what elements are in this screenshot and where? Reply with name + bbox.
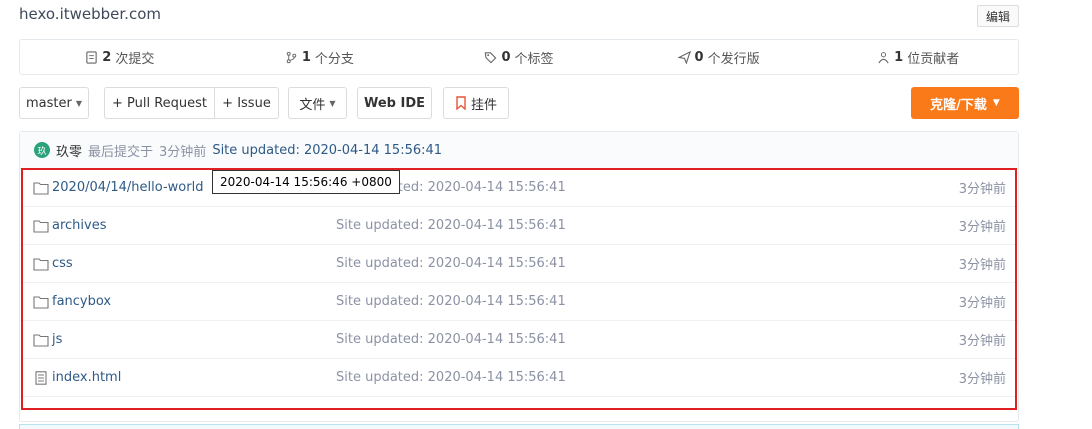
file-commit-time: 3分钟前 <box>958 258 1006 273</box>
file-name-link[interactable]: js <box>52 332 62 347</box>
table-row: index.html Site updated: 2020-04-14 15:5… <box>20 359 1018 397</box>
stat-count: 0 <box>501 49 511 65</box>
stat-count: 0 <box>694 49 704 65</box>
commit-message[interactable]: Site updated: 2020-04-14 15:56:41 <box>212 143 442 158</box>
pin-label: 挂件 <box>470 97 497 113</box>
timestamp-tooltip: 2020-04-14 15:56:46 +0800 <box>212 170 400 194</box>
stat-branches[interactable]: 1 个分支 <box>220 40 420 74</box>
file-menu-label: 文件 <box>299 97 326 113</box>
file-menu-button[interactable]: 文件 ▼ <box>288 87 347 119</box>
table-row: js Site updated: 2020-04-14 15:56:41 3分钟… <box>20 321 1018 359</box>
edit-button[interactable]: 编辑 <box>977 5 1019 27</box>
stat-label: 次提交 <box>115 51 155 67</box>
stat-count: 1 <box>301 49 311 65</box>
repo-description: hexo.itwebber.com <box>19 5 161 23</box>
file-commit-message[interactable]: Site updated: 2020-04-14 15:56:41 <box>336 370 566 385</box>
branch-name: master <box>26 95 72 111</box>
new-issue-button[interactable]: + Issue <box>214 88 278 118</box>
bookmark-icon <box>456 96 466 110</box>
file-name-link[interactable]: 2020/04/14/hello-world <box>52 180 203 195</box>
caret-down-icon: ▼ <box>75 98 82 108</box>
table-row: archives Site updated: 2020-04-14 15:56:… <box>20 207 1018 245</box>
file-commit-message[interactable]: Site updated: 2020-04-14 15:56:41 <box>336 294 566 309</box>
contributor-icon <box>878 51 889 63</box>
stat-label: 个分支 <box>314 51 354 67</box>
clone-download-button[interactable]: 克隆/下载 ▼ <box>911 87 1019 119</box>
repo-stats-bar: 2 次提交 1 个分支 0 个标签 0 个发行版 1 位贡献者 <box>19 39 1019 75</box>
web-ide-button[interactable]: Web IDE <box>357 87 432 119</box>
stat-contributors[interactable]: 1 位贡献者 <box>818 40 1018 74</box>
caret-down-icon: ▼ <box>329 98 336 108</box>
commit-author[interactable]: 玖零 <box>56 141 82 160</box>
clone-label: 克隆/下载 <box>930 97 987 113</box>
file-commit-message[interactable]: Site updated: 2020-04-14 15:56:41 <box>336 218 566 233</box>
branch-icon <box>286 51 297 63</box>
file-list: 2020/04/14/hello-world Site updated: 202… <box>20 169 1018 397</box>
stat-label: 位贡献者 <box>907 51 960 67</box>
folder-icon <box>33 220 49 233</box>
stat-tags[interactable]: 0 个标签 <box>419 40 619 74</box>
commit-icon <box>86 50 97 64</box>
file-commit-time: 3分钟前 <box>958 372 1006 387</box>
new-pull-request-button[interactable]: + Pull Request <box>105 88 214 118</box>
stat-count: 2 <box>102 49 112 65</box>
commit-prefix: 最后提交于 <box>88 144 154 160</box>
branch-select[interactable]: master ▼ <box>19 87 89 119</box>
caret-down-icon: ▼ <box>992 98 1000 108</box>
folder-icon <box>33 334 49 347</box>
table-row: 2020/04/14/hello-world Site updated: 202… <box>20 169 1018 207</box>
avatar[interactable]: 玖 <box>34 142 50 158</box>
file-commit-message[interactable]: Site updated: 2020-04-14 15:56:41 <box>336 332 566 347</box>
file-name-link[interactable]: index.html <box>52 370 121 385</box>
file-commit-time: 3分钟前 <box>958 334 1006 349</box>
tag-icon <box>485 51 497 63</box>
file-commit-time: 3分钟前 <box>958 220 1006 235</box>
last-commit-bar: 玖 玖零 最后提交于 3分钟前 Site updated: 2020-04-14… <box>20 132 1018 169</box>
repo-toolbar: master ▼ + Pull Request + Issue 文件 ▼ Web… <box>19 87 1019 119</box>
file-name-link[interactable]: fancybox <box>52 294 111 309</box>
file-name-link[interactable]: archives <box>52 218 107 233</box>
file-commit-message[interactable]: Site updated: 2020-04-14 15:56:41 <box>336 256 566 271</box>
folder-icon <box>33 296 49 309</box>
commit-time: 3分钟前 <box>159 144 207 160</box>
stat-count: 1 <box>894 49 904 65</box>
table-row: css Site updated: 2020-04-14 15:56:41 3分… <box>20 245 1018 283</box>
file-commit-time: 3分钟前 <box>958 296 1006 311</box>
file-name-link[interactable]: css <box>52 256 73 271</box>
table-row: fancybox Site updated: 2020-04-14 15:56:… <box>20 283 1018 321</box>
pin-button[interactable]: 挂件 <box>443 87 509 119</box>
folder-icon <box>33 182 49 195</box>
stat-releases[interactable]: 0 个发行版 <box>619 40 819 74</box>
stat-commits[interactable]: 2 次提交 <box>20 40 220 74</box>
readme-panel-edge <box>19 424 1019 429</box>
file-tree-panel: 玖 玖零 最后提交于 3分钟前 Site updated: 2020-04-14… <box>19 131 1019 422</box>
stat-label: 个发行版 <box>707 51 760 67</box>
file-commit-time: 3分钟前 <box>958 182 1006 197</box>
file-icon <box>35 371 47 385</box>
release-icon <box>677 50 691 64</box>
stat-label: 个标签 <box>514 51 554 67</box>
folder-icon <box>33 258 49 271</box>
pr-issue-group: + Pull Request + Issue <box>104 87 279 119</box>
